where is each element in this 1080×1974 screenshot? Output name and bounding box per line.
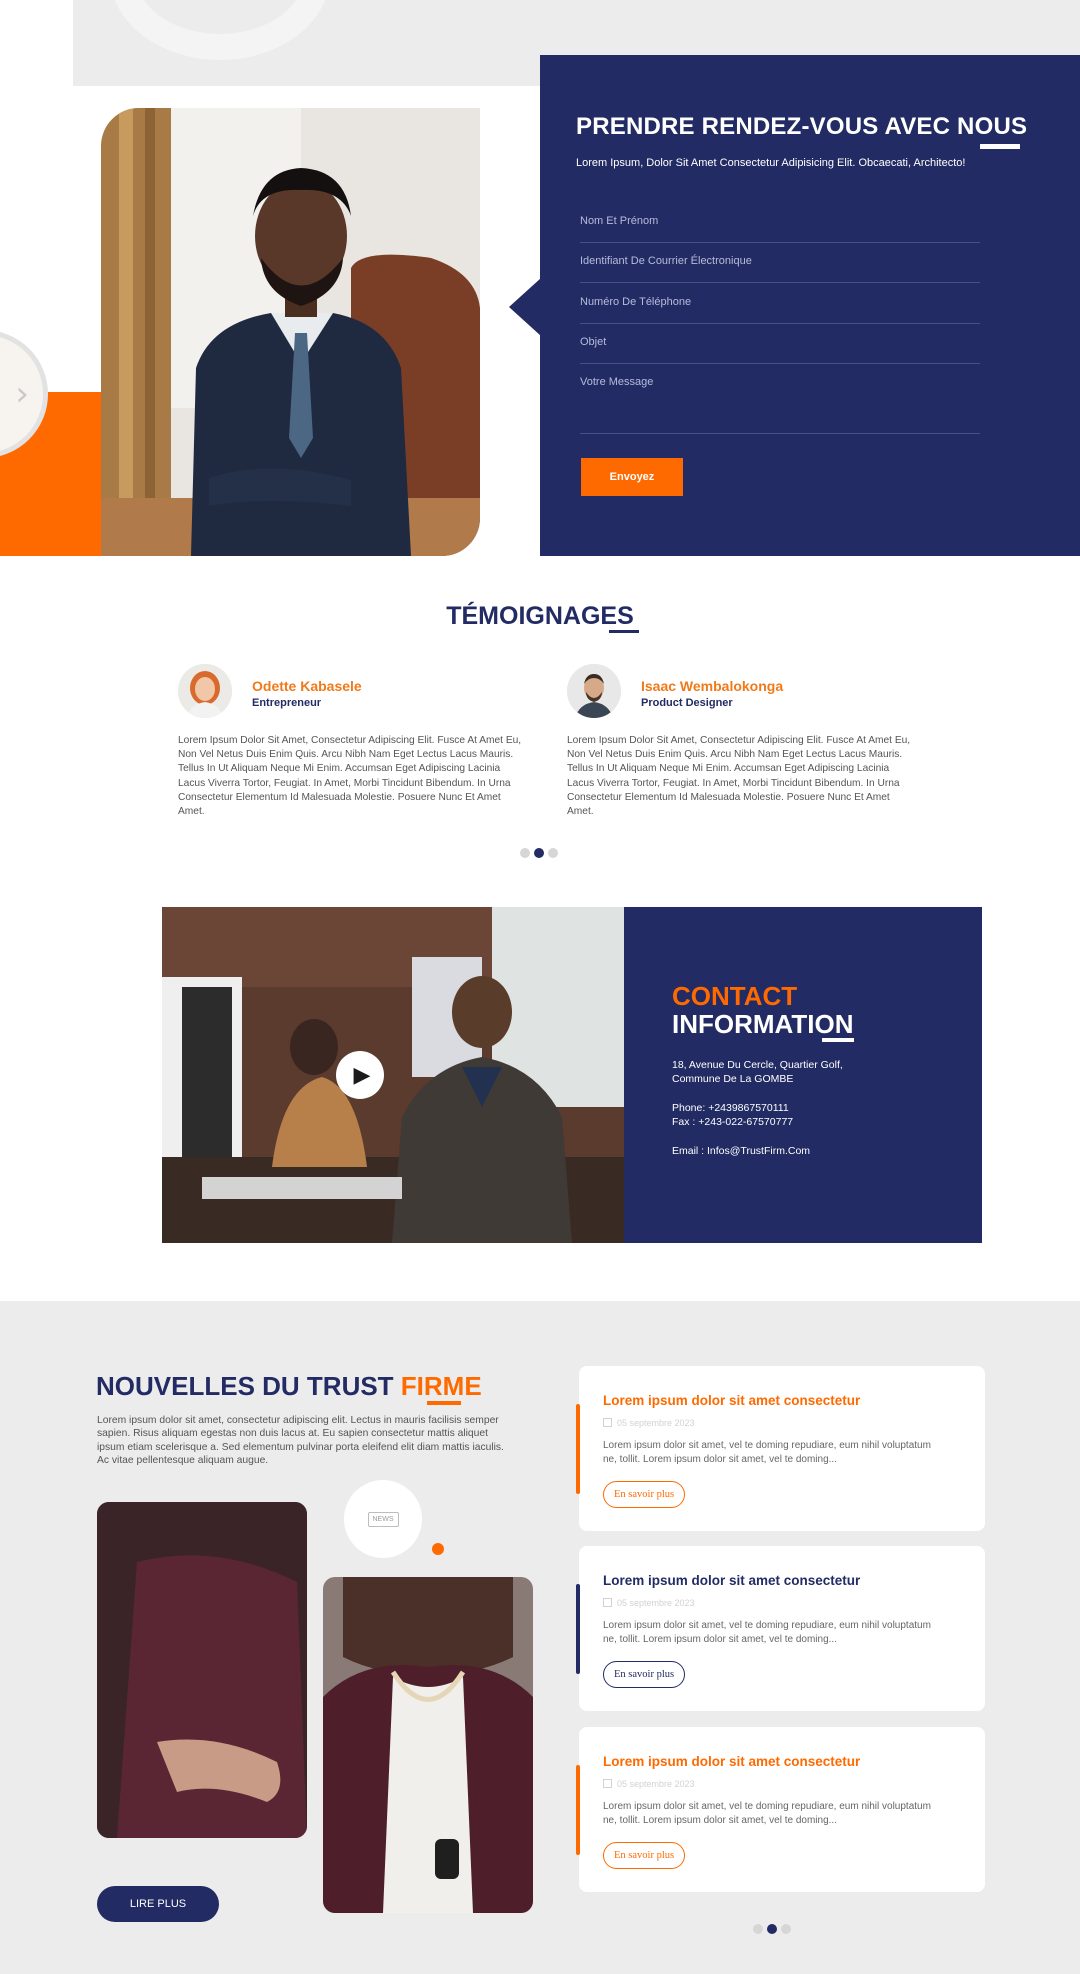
testimonial-name: Odette Kabasele bbox=[252, 678, 362, 694]
news-section: NOUVELLES DU TRUST FIRME Lorem ipsum dol… bbox=[0, 1301, 1080, 1974]
news-card-date-text: 05 septembre 2023 bbox=[617, 1779, 695, 1789]
pagination-dot[interactable] bbox=[753, 1924, 763, 1934]
appointment-section: › PRENDRE RENDEZ-VOUS AVEC NOUS Lorem Ip… bbox=[0, 0, 1080, 556]
news-card[interactable]: Lorem ipsum dolor sit amet consectetur 0… bbox=[576, 1366, 985, 1531]
news-pagination bbox=[753, 1924, 791, 1934]
news-title-main: NOUVELLES DU TRUST bbox=[96, 1371, 401, 1401]
news-bubble: NEWS bbox=[344, 1480, 422, 1558]
calendar-icon bbox=[603, 1418, 612, 1427]
news-card[interactable]: Lorem ipsum dolor sit amet consectetur 0… bbox=[576, 1727, 985, 1892]
message-placeholder: Votre Message bbox=[580, 376, 654, 388]
name-field[interactable]: Nom Et Prénom bbox=[580, 203, 980, 243]
testimonial-text: Lorem Ipsum Dolor Sit Amet, Consectetur … bbox=[178, 735, 522, 818]
news-card-excerpt: Lorem ipsum dolor sit amet, vel te domin… bbox=[603, 1801, 931, 1826]
news-title-underline bbox=[427, 1401, 461, 1405]
phone-field[interactable]: Numéro De Téléphone bbox=[580, 284, 980, 324]
testimonials-title: TÉMOIGNAGES bbox=[446, 602, 634, 630]
contact-address-line1: 18, Avenue Du Cercle, Quartier Golf, bbox=[672, 1059, 843, 1071]
pagination-dot[interactable] bbox=[520, 848, 530, 858]
contact-phone: Phone: +2439867570111 bbox=[672, 1102, 789, 1114]
news-card-more-button[interactable]: En savoir plus bbox=[603, 1481, 686, 1508]
avatar bbox=[178, 664, 232, 718]
play-icon: ▶ bbox=[353, 1062, 371, 1087]
consultant-portrait bbox=[101, 108, 480, 556]
subject-placeholder: Objet bbox=[580, 336, 607, 348]
news-photo-right bbox=[323, 1577, 533, 1913]
news-card-date: 05 septembre 2023 bbox=[603, 1418, 695, 1428]
news-card-accent-bar bbox=[576, 1765, 580, 1855]
news-title-accent: FIRME bbox=[400, 1371, 482, 1401]
contact-address-line2: Commune De La GOMBE bbox=[672, 1073, 794, 1085]
pagination-dot-active[interactable] bbox=[767, 1924, 777, 1934]
news-title: NOUVELLES DU TRUST FIRME bbox=[96, 1371, 482, 1402]
subject-field[interactable]: Objet bbox=[580, 324, 980, 364]
appointment-title: PRENDRE RENDEZ-VOUS AVEC NOUS bbox=[576, 113, 1028, 140]
contact-info-panel: CONTACT INFORMATION 18, Avenue Du Cercle… bbox=[624, 907, 982, 1243]
pagination-dot[interactable] bbox=[781, 1924, 791, 1934]
orange-dot-decoration bbox=[432, 1543, 444, 1555]
testimonials-pagination bbox=[520, 848, 558, 858]
news-card-accent-bar bbox=[576, 1584, 580, 1674]
news-card-more-button[interactable]: En savoir plus bbox=[603, 1661, 686, 1688]
news-card-accent-bar bbox=[576, 1404, 580, 1494]
news-card-excerpt: Lorem ipsum dolor sit amet, vel te domin… bbox=[603, 1440, 931, 1465]
pagination-dot-active[interactable] bbox=[534, 848, 544, 858]
page: › PRENDRE RENDEZ-VOUS AVEC NOUS Lorem Ip… bbox=[0, 0, 1080, 1974]
phone-placeholder: Numéro De Téléphone bbox=[580, 296, 692, 308]
news-bubble-label: NEWS bbox=[367, 1511, 399, 1527]
testimonial-text: Lorem Ipsum Dolor Sit Amet, Consectetur … bbox=[567, 735, 911, 818]
news-card-date-text: 05 septembre 2023 bbox=[617, 1598, 695, 1608]
news-card[interactable]: Lorem ipsum dolor sit amet consectetur 0… bbox=[576, 1546, 985, 1711]
pagination-dot[interactable] bbox=[548, 848, 558, 858]
email-field[interactable]: Identifiant De Courrier Électronique bbox=[580, 243, 980, 283]
contact-title-line1: CONTACT bbox=[672, 981, 798, 1011]
contact-underline bbox=[822, 1038, 854, 1042]
submit-button[interactable]: Envoyez bbox=[581, 458, 683, 496]
testimonial-name: Isaac Wembalokonga bbox=[641, 678, 784, 694]
testimonial-role: Product Designer bbox=[641, 697, 733, 709]
news-card-title[interactable]: Lorem ipsum dolor sit amet consectetur bbox=[603, 1573, 860, 1588]
email-placeholder: Identifiant De Courrier Électronique bbox=[580, 255, 752, 267]
contact-fax: Fax : +243-022-67570777 bbox=[672, 1116, 794, 1128]
appointment-subtitle: Lorem Ipsum, Dolor Sit Amet Consectetur … bbox=[576, 157, 966, 169]
calendar-icon bbox=[603, 1779, 612, 1788]
news-card-date: 05 septembre 2023 bbox=[603, 1779, 695, 1789]
contact-title-line2: INFORMATION bbox=[672, 1009, 854, 1039]
avatar bbox=[567, 664, 621, 718]
news-card-date: 05 septembre 2023 bbox=[603, 1598, 695, 1608]
contact-email[interactable]: Email : Infos@TrustFirm.Com bbox=[672, 1145, 810, 1157]
testimonial-role: Entrepreneur bbox=[252, 697, 322, 709]
news-photo-left bbox=[97, 1502, 307, 1838]
news-card-date-text: 05 septembre 2023 bbox=[617, 1418, 695, 1428]
news-card-excerpt: Lorem ipsum dolor sit amet, vel te domin… bbox=[603, 1620, 931, 1645]
video-thumbnail[interactable] bbox=[162, 907, 624, 1243]
news-intro: Lorem ipsum dolor sit amet, consectetur … bbox=[97, 1415, 504, 1467]
name-placeholder: Nom Et Prénom bbox=[580, 215, 659, 227]
testimonials-underline bbox=[609, 630, 639, 633]
news-card-title[interactable]: Lorem ipsum dolor sit amet consectetur bbox=[603, 1393, 860, 1408]
news-card-title[interactable]: Lorem ipsum dolor sit amet consectetur bbox=[603, 1754, 860, 1769]
form-pointer-arrow bbox=[509, 278, 541, 336]
message-field[interactable]: Votre Message bbox=[580, 364, 980, 434]
title-underline bbox=[980, 144, 1020, 149]
video-play-button[interactable]: ▶ bbox=[336, 1051, 384, 1099]
calendar-icon bbox=[603, 1598, 612, 1607]
chevron-left-icon: › bbox=[15, 374, 29, 414]
appointment-form: PRENDRE RENDEZ-VOUS AVEC NOUS Lorem Ipsu… bbox=[540, 55, 1080, 556]
news-card-more-button[interactable]: En savoir plus bbox=[603, 1842, 686, 1869]
read-more-button[interactable]: LIRE PLUS bbox=[97, 1886, 219, 1922]
